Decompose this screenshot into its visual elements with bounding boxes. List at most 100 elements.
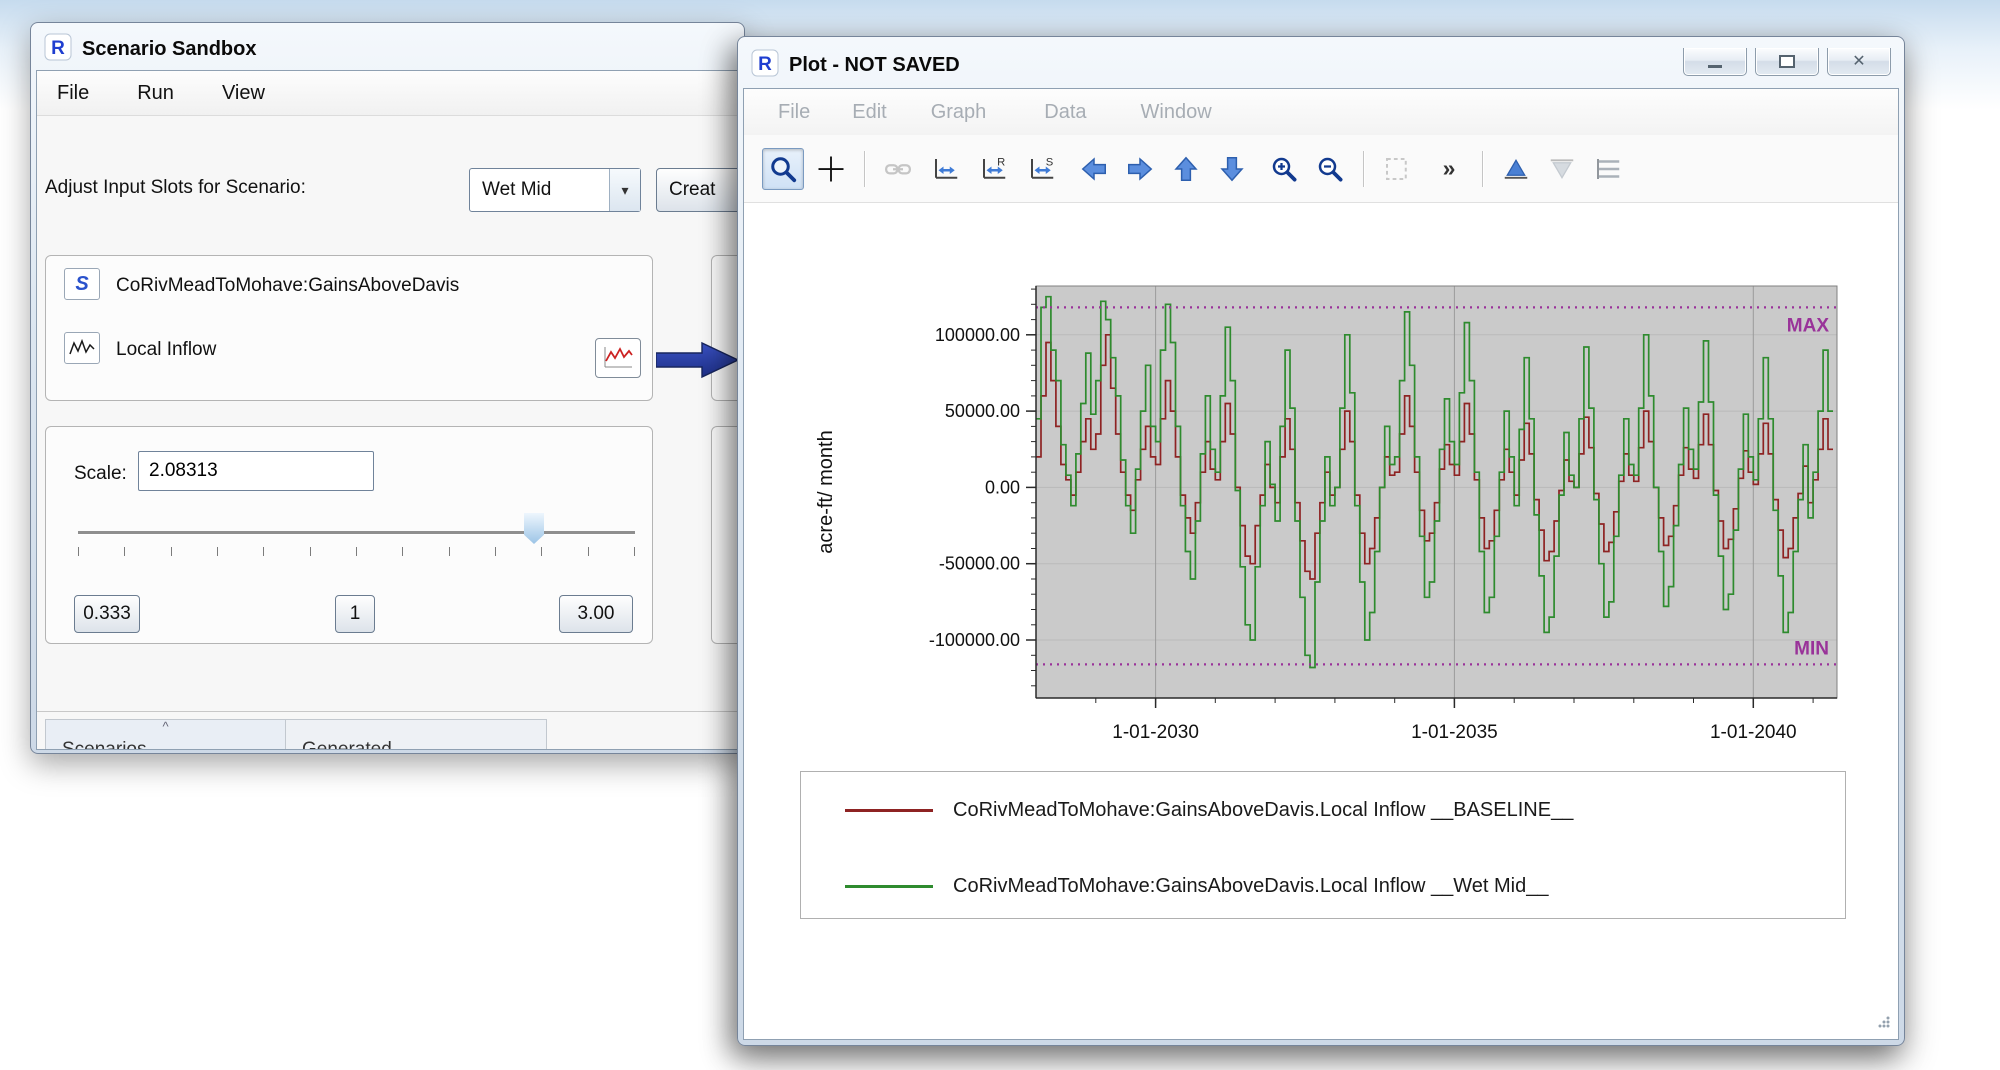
svg-text:R: R	[51, 38, 65, 59]
wetmid-line-swatch	[845, 885, 933, 888]
baseline-line-swatch	[845, 809, 933, 812]
scale-max-button[interactable]: 3.00	[559, 595, 633, 633]
axis-rescale-r-icon: R	[979, 154, 1009, 184]
close-button[interactable]: ✕	[1827, 48, 1891, 76]
menu-window[interactable]: Window	[1135, 97, 1218, 128]
pan-up-button[interactable]	[1165, 148, 1207, 190]
crosshair-button[interactable]	[810, 148, 852, 190]
dashed-rect-icon	[1382, 154, 1412, 184]
svg-text:S: S	[75, 273, 89, 295]
y-axis-title: acre-ft/ month	[815, 430, 837, 553]
plot-legend: CoRivMeadToMohave:GainsAboveDavis.Local …	[800, 771, 1846, 919]
riverware-logo-icon: R	[751, 49, 779, 82]
peak-up-icon	[1501, 154, 1531, 184]
y-tick-label: 50000.00	[945, 401, 1020, 421]
menu-file[interactable]: File	[51, 78, 95, 109]
generated-header-label: Generated	[302, 739, 392, 750]
sort-caret-icon: ^	[46, 720, 285, 733]
scenario-combobox[interactable]: Wet Mid ▾	[469, 168, 641, 212]
scale-value-input[interactable]	[138, 451, 374, 491]
y-tick-label: 0.00	[985, 477, 1020, 497]
adjust-slots-label: Adjust Input Slots for Scenario:	[45, 177, 306, 199]
menu-view[interactable]: View	[216, 78, 271, 109]
maximize-button[interactable]	[1755, 48, 1819, 76]
scale-slider-handle[interactable]	[524, 513, 544, 544]
magnifier-icon	[768, 154, 798, 184]
plot-menubar: File Edit Graph Data Window	[744, 89, 1898, 136]
x-tick-label: 1-01-2035	[1411, 722, 1498, 743]
axis-rescale-s-icon: S	[1027, 154, 1057, 184]
plot-canvas[interactable]: MAXMIN100000.0050000.000.00-50000.00-100…	[744, 219, 1899, 759]
slot-s-icon: S	[64, 268, 100, 300]
y-tick-label: -100000.00	[929, 630, 1020, 650]
plot-client: File Edit Graph Data Window	[743, 88, 1899, 1040]
scale-to-all-button[interactable]	[1587, 148, 1629, 190]
adjust-row: Adjust Input Slots for Scenario: Wet Mid…	[37, 167, 738, 215]
open-plot-button[interactable]	[595, 338, 641, 378]
column-header-scenarios[interactable]: ^ Scenarios	[45, 719, 286, 750]
plot-titlebar[interactable]: R Plot - NOT SAVED ✕	[743, 42, 1899, 88]
crosshair-icon	[816, 154, 846, 184]
resize-grip[interactable]	[1874, 1012, 1892, 1035]
table-divider	[37, 711, 738, 712]
scale-one-button[interactable]: 1	[335, 595, 375, 633]
svg-text:R: R	[997, 156, 1005, 168]
plot-area[interactable]	[1036, 286, 1837, 698]
chevron-down-icon: ▾	[609, 169, 640, 211]
object-slot-name: CoRivMeadToMohave:GainsAboveDavis	[116, 275, 459, 297]
scale-axes-button[interactable]	[925, 148, 967, 190]
caption-buttons: ✕	[1683, 48, 1891, 76]
zoom-select-button[interactable]	[762, 148, 804, 190]
plot-window: R Plot - NOT SAVED ✕ File Edit Graph Dat…	[737, 36, 1905, 1046]
menu-graph[interactable]: Graph	[925, 97, 993, 128]
plot-toolbar: R S	[744, 135, 1898, 203]
sandbox-titlebar[interactable]: R Scenario Sandbox	[36, 28, 739, 70]
scenario-sandbox-window: R Scenario Sandbox File Run View Adjust …	[30, 22, 745, 754]
minimize-button[interactable]	[1683, 48, 1747, 76]
mini-plot-icon	[602, 345, 634, 371]
rescale-s-button[interactable]: S	[1021, 148, 1063, 190]
zoom-out-icon	[1315, 154, 1345, 184]
menu-data[interactable]: Data	[1038, 97, 1092, 128]
scale-to-min-button[interactable]	[1541, 148, 1583, 190]
zoom-in-button[interactable]	[1263, 148, 1305, 190]
scale-panel: Scale: 0.333 1 3.00	[45, 426, 653, 644]
x-tick-label: 1-01-2030	[1112, 722, 1199, 743]
scale-min-button[interactable]: 0.333	[74, 595, 140, 633]
pan-right-button[interactable]	[1119, 148, 1161, 190]
pan-down-button[interactable]	[1211, 148, 1253, 190]
arrow-down-icon	[1217, 154, 1247, 184]
stacked-lines-icon	[1593, 154, 1623, 184]
menu-file[interactable]: File	[772, 97, 816, 128]
toolbar-separator	[1363, 151, 1364, 187]
scale-to-max-button[interactable]	[1495, 148, 1537, 190]
rescale-r-button[interactable]: R	[973, 148, 1015, 190]
column-header-generated[interactable]: Generated	[285, 719, 547, 750]
scenarios-header-label: Scenarios	[62, 739, 147, 750]
adjacent-panel-bottom	[711, 426, 739, 644]
pan-left-button[interactable]	[1073, 148, 1115, 190]
toolbar-overflow-button[interactable]: »	[1428, 148, 1470, 190]
sandbox-client: File Run View Adjust Input Slots for Sce…	[36, 70, 739, 750]
max-label: MAX	[1787, 315, 1830, 336]
menu-run[interactable]: Run	[131, 78, 180, 109]
arrow-up-icon	[1171, 154, 1201, 184]
zoom-out-button[interactable]	[1309, 148, 1351, 190]
x-tick-label: 1-01-2040	[1710, 722, 1797, 743]
create-scenario-button[interactable]: Creat	[656, 168, 739, 212]
scenario-combobox-value: Wet Mid	[470, 179, 609, 201]
page-region-button[interactable]	[1376, 148, 1418, 190]
link-axes-button[interactable]	[877, 148, 919, 190]
toolbar-separator	[864, 151, 865, 187]
svg-text:S: S	[1046, 156, 1054, 168]
menu-edit[interactable]: Edit	[846, 97, 892, 128]
riverware-logo-icon: R	[44, 33, 72, 66]
link-icon	[883, 154, 913, 184]
scale-slider-track[interactable]	[78, 531, 635, 534]
minimize-icon	[1708, 65, 1722, 68]
sandbox-menubar: File Run View	[37, 71, 738, 116]
scale-slider-ticks	[78, 547, 635, 557]
peak-down-icon	[1547, 154, 1577, 184]
zoom-in-icon	[1269, 154, 1299, 184]
desktop: R Scenario Sandbox File Run View Adjust …	[0, 0, 2000, 1070]
